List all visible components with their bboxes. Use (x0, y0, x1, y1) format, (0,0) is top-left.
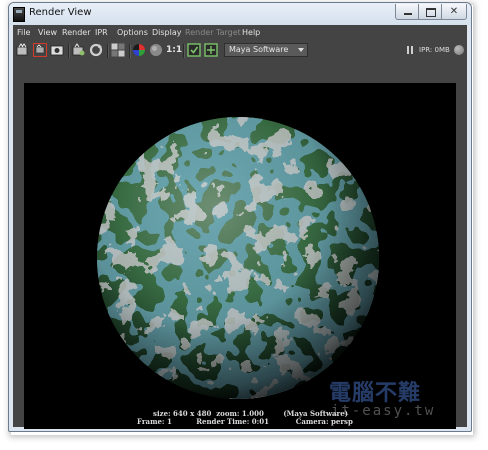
alpha-channel-icon[interactable] (149, 43, 163, 57)
menu-ipr[interactable]: IPR (95, 28, 108, 37)
ipr-render-icon[interactable] (72, 43, 86, 57)
render-region-icon[interactable] (33, 43, 47, 57)
color-channels-icon[interactable] (132, 43, 146, 57)
toolbar-separator (129, 44, 131, 58)
menu-bar: File View Render IPR Options Display Ren… (13, 25, 467, 41)
menu-display[interactable]: Display (152, 28, 182, 37)
menu-options[interactable]: Options (117, 28, 148, 37)
renderer-dropdown[interactable]: Maya Software (224, 43, 308, 57)
menu-file[interactable]: File (17, 28, 30, 37)
rendered-sphere (97, 117, 379, 399)
render-view-window: Render View ✕ File View Render IPR Optio… (8, 2, 472, 432)
maximize-button[interactable] (418, 4, 442, 20)
minimize-button[interactable] (395, 4, 419, 20)
menu-render-target[interactable]: Render Target (185, 28, 241, 37)
chevron-down-icon (298, 48, 304, 52)
real-size-toggle[interactable]: 1:1 (166, 45, 182, 55)
toolbar-separator (107, 44, 109, 58)
menu-view[interactable]: View (38, 28, 57, 37)
pause-ipr-icon[interactable] (407, 46, 413, 54)
ipr-status-indicator[interactable] (454, 45, 464, 55)
remove-image-icon[interactable] (204, 43, 218, 57)
ipr-memory-label: IPR: 0MB (419, 46, 450, 54)
menu-render[interactable]: Render (62, 28, 90, 37)
title-bar[interactable]: Render View ✕ (9, 3, 471, 25)
close-icon: ✕ (449, 6, 459, 17)
menu-help[interactable]: Help (242, 28, 260, 37)
snapshot-icon[interactable] (50, 43, 64, 57)
keep-image-icon[interactable] (187, 43, 201, 57)
refresh-ipr-icon[interactable] (89, 43, 103, 57)
render-settings-icon[interactable] (111, 43, 125, 57)
toolbar-separator (183, 44, 185, 58)
render-view-panel: File View Render IPR Options Display Ren… (13, 25, 467, 429)
maya-app-icon (13, 7, 25, 22)
renderer-selected: Maya Software (229, 45, 289, 54)
redo-render-icon[interactable] (16, 43, 30, 57)
close-button[interactable]: ✕ (441, 4, 467, 20)
render-info-frame: Frame: 1 Render Time: 0:01 Camera: persp (137, 417, 353, 426)
window-title: Render View (29, 7, 92, 18)
toolbar-separator (68, 44, 70, 58)
render-toolbar: 1:1 Maya Software IPR: 0MB (13, 41, 467, 61)
